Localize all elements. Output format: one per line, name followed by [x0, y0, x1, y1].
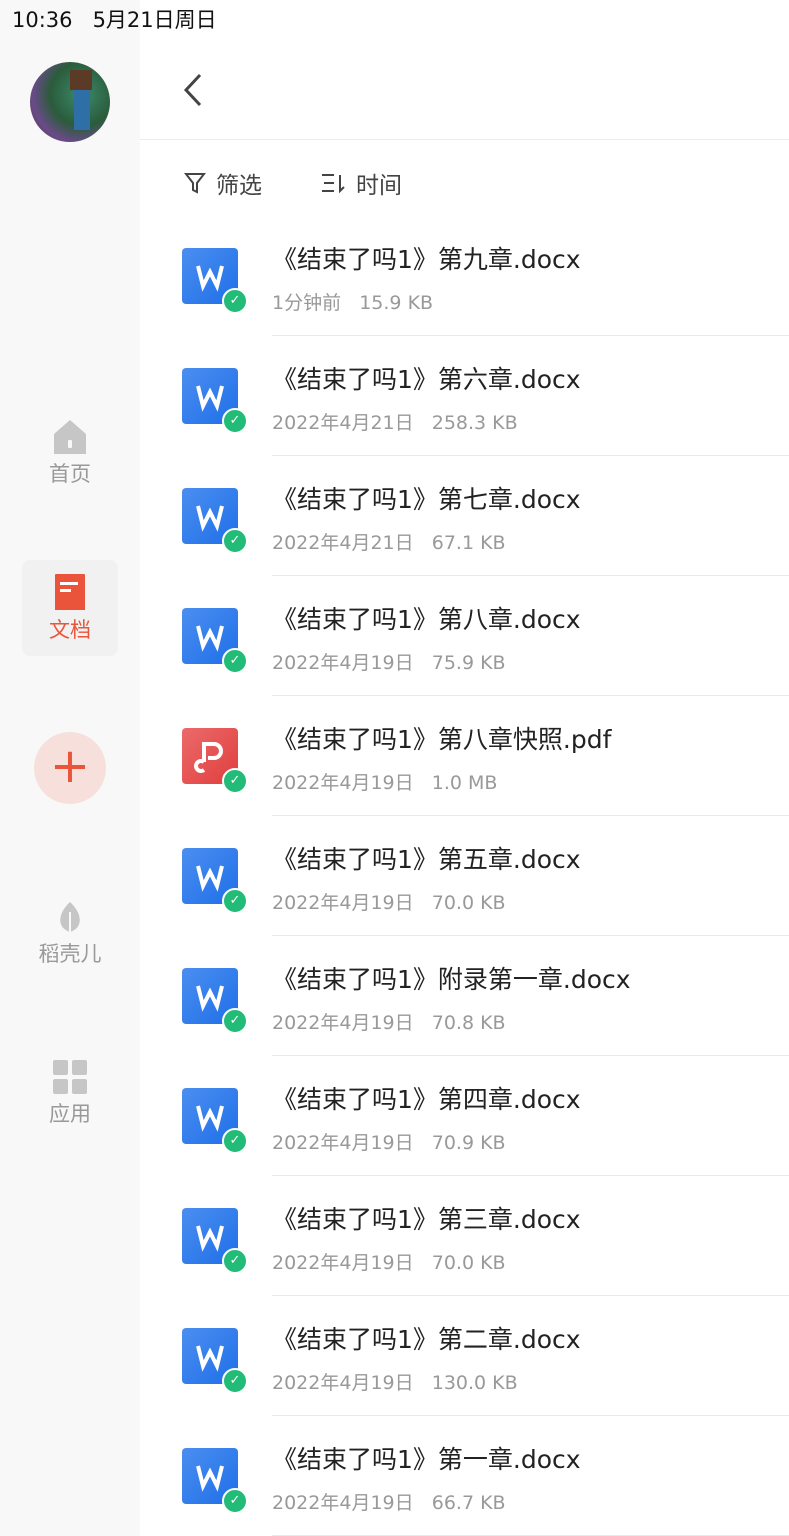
- file-size: 258.3 KB: [431, 412, 518, 434]
- filter-label: 筛选: [216, 173, 262, 199]
- file-time: 2022年4月19日: [272, 1012, 414, 1034]
- file-size: 15.9 KB: [359, 292, 434, 314]
- synced-check-icon: ✓: [222, 768, 248, 794]
- file-size: 75.9 KB: [431, 652, 506, 674]
- file-time: 2022年4月19日: [272, 772, 414, 794]
- file-size: 70.8 KB: [431, 1012, 506, 1034]
- file-time: 2022年4月19日: [272, 652, 414, 674]
- file-size: 130.0 KB: [431, 1372, 518, 1394]
- sidebar-item-docer[interactable]: 稻壳儿: [22, 884, 118, 980]
- file-row[interactable]: ✓ 《结束了吗1》第六章.docx 2022年4月21日 258.3 KB: [140, 336, 789, 456]
- file-meta: 2022年4月19日 70.0 KB: [272, 1248, 506, 1275]
- filter-icon: [184, 173, 206, 194]
- sidebar-item-label: 稻壳儿: [38, 942, 102, 966]
- sidebar-item-label: 应用: [49, 1102, 91, 1126]
- file-row[interactable]: ✓ 《结束了吗1》第三章.docx 2022年4月19日 70.0 KB: [140, 1176, 789, 1296]
- file-time: 2022年4月21日: [272, 532, 414, 554]
- file-row[interactable]: ✓ 《结束了吗1》第二章.docx 2022年4月19日 130.0 KB: [140, 1296, 789, 1416]
- sort-button[interactable]: 时间: [320, 166, 402, 200]
- file-name: 《结束了吗1》第九章.docx: [272, 245, 581, 274]
- file-meta: 2022年4月21日 67.1 KB: [272, 528, 506, 555]
- file-size: 66.7 KB: [431, 1492, 506, 1514]
- sidebar-item-label: 文档: [49, 618, 91, 642]
- file-name: 《结束了吗1》第四章.docx: [272, 1085, 581, 1114]
- file-meta: 2022年4月19日 66.7 KB: [272, 1488, 506, 1515]
- back-arrow-icon[interactable]: [180, 70, 210, 110]
- file-size: 67.1 KB: [431, 532, 506, 554]
- status-time: 10:36: [12, 8, 73, 32]
- leaf-icon: [60, 902, 80, 932]
- file-meta: 2022年4月19日 130.0 KB: [272, 1368, 518, 1395]
- synced-check-icon: ✓: [222, 288, 248, 314]
- file-name: 《结束了吗1》第八章快照.pdf: [272, 725, 612, 754]
- synced-check-icon: ✓: [222, 528, 248, 554]
- synced-check-icon: ✓: [222, 1008, 248, 1034]
- file-name: 《结束了吗1》第七章.docx: [272, 485, 581, 514]
- document-icon: [55, 574, 85, 610]
- sort-label: 时间: [356, 173, 402, 199]
- sidebar-item-apps[interactable]: 应用: [22, 1044, 118, 1140]
- file-meta: 2022年4月19日 70.9 KB: [272, 1128, 506, 1155]
- file-name: 《结束了吗1》第一章.docx: [272, 1445, 581, 1474]
- file-time: 2022年4月19日: [272, 892, 414, 914]
- file-name: 《结束了吗1》第二章.docx: [272, 1325, 581, 1354]
- file-size: 70.0 KB: [431, 892, 506, 914]
- file-meta: 2022年4月19日 70.8 KB: [272, 1008, 506, 1035]
- synced-check-icon: ✓: [222, 1128, 248, 1154]
- synced-check-icon: ✓: [222, 408, 248, 434]
- file-meta: 2022年4月19日 75.9 KB: [272, 648, 506, 675]
- file-row[interactable]: ✓ 《结束了吗1》第五章.docx 2022年4月19日 70.0 KB: [140, 816, 789, 936]
- file-size: 70.0 KB: [431, 1252, 506, 1274]
- file-name: 《结束了吗1》第三章.docx: [272, 1205, 581, 1234]
- file-row[interactable]: ✓ 《结束了吗1》第八章快照.pdf 2022年4月19日 1.0 MB: [140, 696, 789, 816]
- avatar[interactable]: [30, 62, 110, 142]
- file-time: 2022年4月19日: [272, 1492, 414, 1514]
- sidebar: 首页 文档 + 稻壳儿 应用: [0, 0, 140, 1536]
- file-meta: 1分钟前 15.9 KB: [272, 288, 433, 315]
- sidebar-item-label: 首页: [49, 462, 91, 486]
- file-name: 《结束了吗1》第五章.docx: [272, 845, 581, 874]
- status-bar: 10:36 5月21日周日: [0, 0, 217, 40]
- file-row[interactable]: ✓ 《结束了吗1》附录第一章.docx 2022年4月19日 70.8 KB: [140, 936, 789, 1056]
- synced-check-icon: ✓: [222, 1368, 248, 1394]
- file-name: 《结束了吗1》第六章.docx: [272, 365, 581, 394]
- file-name: 《结束了吗1》第八章.docx: [272, 605, 581, 634]
- file-row[interactable]: ✓ 《结束了吗1》第四章.docx 2022年4月19日 70.9 KB: [140, 1056, 789, 1176]
- file-time: 2022年4月21日: [272, 412, 414, 434]
- header-divider: [140, 139, 789, 140]
- synced-check-icon: ✓: [222, 648, 248, 674]
- sort-icon: [322, 174, 345, 194]
- sidebar-item-documents[interactable]: 文档: [22, 560, 118, 656]
- file-time: 2022年4月19日: [272, 1132, 414, 1154]
- status-date: 5月21日周日: [92, 8, 217, 32]
- file-size: 1.0 MB: [431, 772, 498, 794]
- add-button[interactable]: +: [34, 732, 106, 804]
- file-meta: 2022年4月21日 258.3 KB: [272, 408, 518, 435]
- filter-button[interactable]: 筛选: [184, 166, 262, 200]
- file-row[interactable]: ✓ 《结束了吗1》第八章.docx 2022年4月19日 75.9 KB: [140, 576, 789, 696]
- file-size: 70.9 KB: [431, 1132, 506, 1154]
- sidebar-item-home[interactable]: 首页: [22, 404, 118, 500]
- apps-grid-icon: [53, 1060, 87, 1094]
- synced-check-icon: ✓: [222, 888, 248, 914]
- synced-check-icon: ✓: [222, 1248, 248, 1274]
- file-time: 2022年4月19日: [272, 1372, 414, 1394]
- file-row[interactable]: ✓ 《结束了吗1》第一章.docx 2022年4月19日 66.7 KB: [140, 1416, 789, 1536]
- synced-check-icon: ✓: [222, 1488, 248, 1514]
- file-meta: 2022年4月19日 1.0 MB: [272, 768, 497, 795]
- file-meta: 2022年4月19日 70.0 KB: [272, 888, 506, 915]
- file-row[interactable]: ✓ 《结束了吗1》第七章.docx 2022年4月21日 67.1 KB: [140, 456, 789, 576]
- home-icon: [54, 420, 86, 454]
- file-row[interactable]: ✓ 《结束了吗1》第九章.docx 1分钟前 15.9 KB: [140, 216, 789, 336]
- file-time: 1分钟前: [272, 292, 342, 314]
- file-time: 2022年4月19日: [272, 1252, 414, 1274]
- file-name: 《结束了吗1》附录第一章.docx: [272, 965, 631, 994]
